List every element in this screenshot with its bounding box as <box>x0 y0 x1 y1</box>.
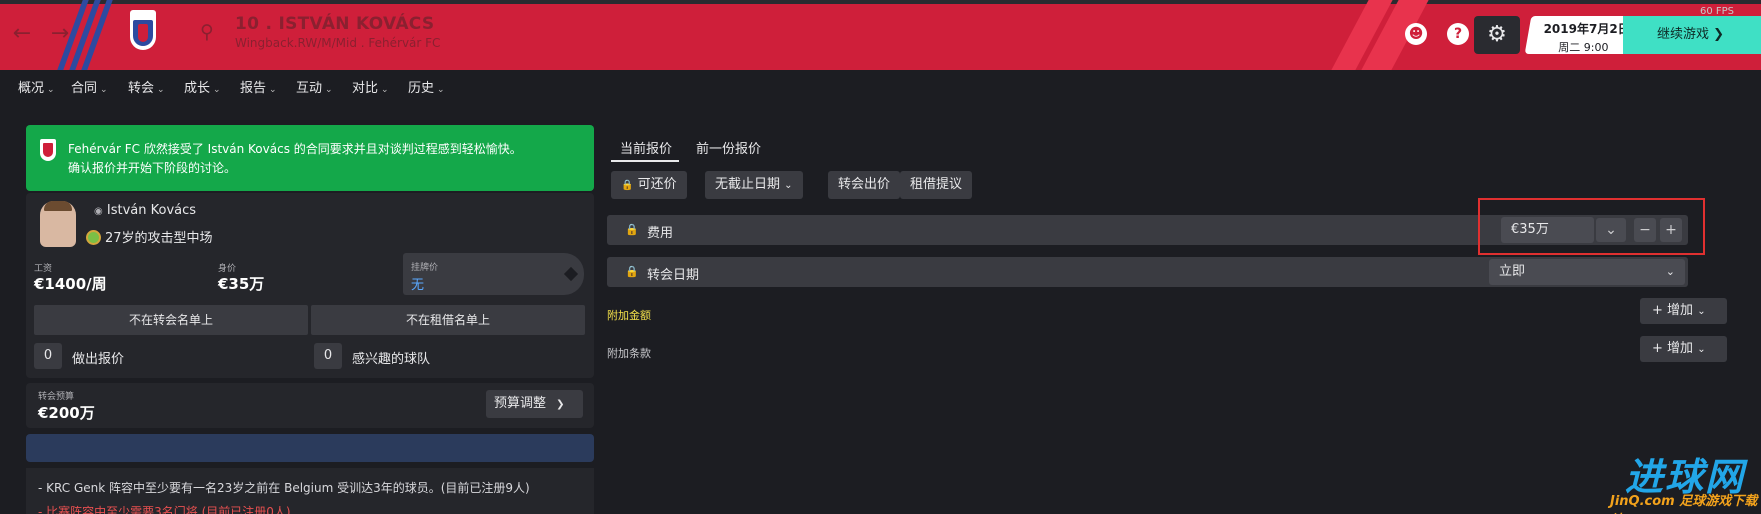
transfer-bid-button[interactable]: 转会出价 <box>828 171 901 199</box>
highlight-annotation <box>1478 198 1705 255</box>
manager-profile-icon[interactable]: ☻ <box>1405 23 1427 45</box>
menu-item-development[interactable]: 成长 ⌄ <box>184 77 221 96</box>
chevron-down-icon: ⌄ <box>100 85 108 95</box>
extra-money-label: 附加金额 <box>607 309 651 322</box>
player-role: 27岁的攻击型中场 <box>86 227 213 246</box>
budget-adjust-button[interactable]: 预算调整 ❯ <box>486 390 583 418</box>
plus-icon: + <box>1652 303 1663 318</box>
asking-price-label: 挂牌价 <box>411 263 439 273</box>
chevron-down-icon: ⌄ <box>1697 344 1706 355</box>
forward-arrow-icon[interactable]: → <box>48 22 72 46</box>
menu-item-contract[interactable]: 合同 ⌄ <box>71 77 108 96</box>
lock-icon: 🔒 <box>625 223 639 236</box>
transfer-list-status-button[interactable]: 不在转会名单上 <box>34 305 308 335</box>
add-extra-money-button[interactable]: + 增加 ⌄ <box>1640 298 1727 324</box>
loan-list-status-button[interactable]: 不在租借名单上 <box>311 305 585 335</box>
budget-label: 转会预算 <box>38 392 75 402</box>
chevron-down-icon: ⌄ <box>437 85 445 95</box>
fps-counter: 60 FPS <box>1700 6 1735 17</box>
menu-item-reports[interactable]: 报告 ⌄ <box>240 77 277 96</box>
chevron-down-icon: ❯ <box>556 399 565 410</box>
fee-label: 费用 <box>647 226 674 241</box>
chevron-down-icon: ⌄ <box>381 85 389 95</box>
person-icon: ◉ <box>94 206 103 217</box>
interested-label[interactable]: 感兴趣的球队 <box>352 348 430 367</box>
add-clause-button[interactable]: + 增加 ⌄ <box>1640 336 1727 362</box>
banner-message: Fehérvár FC 欣然接受了 István Kovács 的合同要求并且对… <box>68 142 522 156</box>
club-crest-icon <box>40 139 56 161</box>
squad-rule-text: - KRC Genk 阵容中至少要有一名23岁之前在 Belgium 受训达3年… <box>38 481 530 495</box>
player-name[interactable]: ◉ István Kovács <box>94 203 196 218</box>
asking-price-value: 无 <box>411 278 425 293</box>
extra-clause-label: 附加条款 <box>607 347 651 360</box>
deadline-dropdown[interactable]: 无截止日期 ⌄ <box>705 171 803 199</box>
expand-arrow-icon <box>563 266 579 282</box>
header-top-stripe <box>0 0 1761 4</box>
asking-price-box[interactable]: 挂牌价 无 <box>403 253 584 295</box>
chevron-right-icon: ❯ <box>1713 27 1725 42</box>
chevron-down-icon: ⌄ <box>784 180 793 191</box>
chevron-down-icon: ⌄ <box>213 85 221 95</box>
chevron-down-icon: ⌄ <box>1697 306 1706 317</box>
player-title: 10 . ISTVÁN KOVÁCS <box>235 14 435 34</box>
transfer-date-select[interactable]: 立即 ⌄ <box>1489 259 1685 285</box>
watermark-caption: JinQ.com 足球游戏下载站 <box>1610 494 1758 514</box>
menu-item-compare[interactable]: 对比 ⌄ <box>352 77 389 96</box>
wage-value: €1400/周 <box>34 275 107 293</box>
tab-active-indicator <box>611 160 679 162</box>
transfer-date-label: 转会日期 <box>647 268 700 283</box>
negotiation-success-banner: Fehérvár FC 欣然接受了 István Kovács 的合同要求并且对… <box>26 125 594 191</box>
tab-previous-offer[interactable]: 前一份报价 <box>696 138 761 157</box>
squad-rule-warning: - 比赛阵容中至少需要3名门将 (目前已注册0人) <box>38 505 291 514</box>
budget-value: €200万 <box>38 404 95 422</box>
negotiable-chip[interactable]: 🔒 可还价 <box>611 171 687 199</box>
offers-label[interactable]: 做出报价 <box>72 348 124 367</box>
value-value: €35万 <box>218 275 265 293</box>
loan-offer-button[interactable]: 租借提议 <box>900 171 973 199</box>
menu-item-overview[interactable]: 概况 ⌄ <box>18 77 55 96</box>
help-icon[interactable]: ? <box>1447 23 1469 45</box>
banner-instruction: 确认报价并开始下阶段的讨论。 <box>68 161 237 175</box>
chevron-down-icon: ⌄ <box>269 85 277 95</box>
offers-count[interactable]: 0 <box>34 343 62 369</box>
tab-current-offer[interactable]: 当前报价 <box>620 138 672 157</box>
settings-gear-icon[interactable]: ⚙ <box>1474 16 1520 54</box>
back-arrow-icon[interactable]: ← <box>10 22 34 46</box>
sub-nav-menu: 概况 ⌄ 合同 ⌄ 转会 ⌄ 成长 ⌄ 报告 ⌄ 互动 ⌄ 对比 ⌄ 历史 ⌄ <box>0 70 1761 100</box>
menu-item-interaction[interactable]: 互动 ⌄ <box>296 77 333 96</box>
interested-count[interactable]: 0 <box>314 343 342 369</box>
club-crest-icon[interactable] <box>130 10 156 50</box>
lock-icon: 🔒 <box>621 180 634 191</box>
player-avatar[interactable] <box>40 201 76 247</box>
menu-item-transfer[interactable]: 转会 ⌄ <box>128 77 165 96</box>
nation-flag-icon <box>86 230 101 245</box>
lock-icon: 🔒 <box>625 265 639 278</box>
plus-icon: + <box>1652 341 1663 356</box>
search-icon[interactable]: ⚲ <box>200 21 224 45</box>
continue-game-button[interactable]: 继续游戏 ❯ <box>1623 16 1761 54</box>
info-bar <box>26 434 594 462</box>
player-subtitle: Wingback.RW/M/Mid . Fehérvár FC <box>235 36 441 50</box>
chevron-down-icon: ⌄ <box>1665 265 1675 278</box>
chevron-down-icon: ⌄ <box>47 85 55 95</box>
chevron-down-icon: ⌄ <box>157 85 165 95</box>
continue-label: 继续游戏 <box>1657 27 1710 42</box>
chevron-down-icon: ⌄ <box>325 85 333 95</box>
menu-item-history[interactable]: 历史 ⌄ <box>408 77 445 96</box>
